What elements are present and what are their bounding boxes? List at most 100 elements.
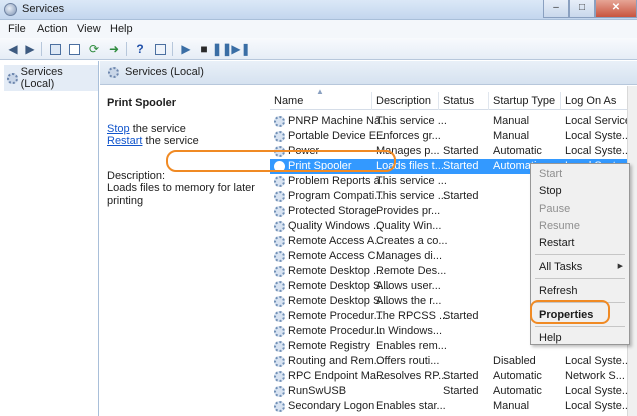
ctx-resume[interactable]: Resume [539,220,580,232]
cell-name: Problem Reports a... [288,175,389,187]
cell-logon: Local Syste... [565,145,632,157]
cell-desc: In Windows... [376,325,443,337]
cell-name: Remote Desktop S... [288,280,390,292]
ctx-all-tasks[interactable]: All Tasks [539,261,582,273]
service-gear-icon [274,386,285,397]
column-description[interactable]: Description [376,95,431,107]
console-tree: Services (Local) [0,61,99,416]
cell-status: Started [443,160,479,172]
service-gear-icon [274,221,285,232]
table-row[interactable]: Routing and Rem... Offers routi... Disable… [270,354,637,369]
properties-icon[interactable] [152,41,168,57]
cell-name: Power [288,145,320,157]
toolbar-separator [41,42,42,56]
service-gear-icon [274,191,285,202]
column-startup-type[interactable]: Startup Type [493,95,555,107]
menu-help[interactable]: Help [110,23,133,35]
cell-desc: Manages di... [376,250,443,262]
cell-desc: The RPCSS ... [376,310,449,322]
ctx-refresh[interactable]: Refresh [539,285,578,297]
column-status[interactable]: Status [443,95,474,107]
table-row[interactable]: RunSwUSB Started Automatic Local Syste... [270,384,637,399]
forward-icon[interactable]: ▶ [22,41,38,57]
service-gear-icon [274,266,285,277]
stop-icon[interactable]: ■ [196,41,212,57]
cell-name: PNRP Machine Na... [288,115,390,127]
tree-item-services-local[interactable]: Services (Local) [4,65,98,91]
service-gear-icon [274,296,285,307]
cell-desc: Enables star... [376,400,446,412]
column-name[interactable]: Name [274,95,303,107]
export-icon[interactable]: ➜ [106,41,122,57]
table-row[interactable]: Portable Device E... Enforces gr... Manual… [270,129,637,144]
ctx-properties[interactable]: Properties [539,309,593,321]
window-title: Services [22,3,65,15]
cell-name: Remote Access A... [288,235,384,247]
ctx-start[interactable]: Start [539,168,562,180]
cell-name: Portable Device E... [288,130,386,142]
ctx-separator [535,326,625,327]
refresh-icon[interactable]: ⟳ [86,41,102,57]
cell-name: Remote Desktop ... [288,265,383,277]
cell-name: Routing and Rem... [288,355,383,367]
cell-desc: This service ... [376,175,447,187]
list-icon[interactable] [66,41,82,57]
help-icon[interactable]: ? [132,41,148,57]
ctx-help[interactable]: Help [539,332,562,344]
menu-action[interactable]: Action [37,23,68,35]
menu-file[interactable]: File [8,23,26,35]
service-gear-icon [274,401,285,412]
ctx-separator [535,254,625,255]
cell-name: Quality Windows ... [288,220,383,232]
toolbar: ◀ ▶ ⟳ ➜ ? ▶ ■ ❚❚ ▶❚ [0,38,637,60]
show-hide-console-tree-icon[interactable] [47,41,63,57]
cell-desc: Allows user... [376,280,441,292]
back-icon[interactable]: ◀ [5,41,21,57]
column-divider[interactable] [371,92,372,110]
minimize-button[interactable]: – [543,0,569,18]
cell-logon: Local Syste... [565,130,632,142]
pane-header: Services (Local) [100,61,637,85]
services-app-icon [4,3,17,16]
cell-startup: Automatic [493,385,542,397]
cell-desc: Quality Win... [376,220,442,232]
restart-service-link[interactable]: Restart [107,135,142,147]
close-button[interactable]: ✕ [595,0,637,18]
submenu-arrow-icon: ▶ [617,263,623,270]
cell-status: Started [443,190,479,202]
column-divider[interactable] [438,92,439,110]
selected-service-name: Print Spooler [107,97,177,109]
table-row[interactable]: Power Manages p... Started Automatic Local S… [270,144,637,159]
pane-header-title: Services (Local) [125,66,204,78]
cell-startup: Manual [493,400,530,412]
cell-status: Started [443,145,479,157]
menu-view[interactable]: View [77,23,101,35]
cell-name: Secondary Logon [288,400,375,412]
cell-startup: Disabled [493,355,536,367]
stop-service-link[interactable]: Stop [107,123,130,135]
ctx-stop[interactable]: Stop [539,185,562,197]
toolbar-separator [172,42,173,56]
description-text: Loads files to memory for later printing [107,182,255,207]
cell-status: Started [443,370,479,382]
gear-icon [7,72,18,84]
cell-desc: Provides pr... [376,205,441,217]
table-row[interactable]: PNRP Machine Na... This service ... Manual… [270,114,637,129]
table-row[interactable]: Secondary Logon Enables star... Manual Loca… [270,399,637,414]
cell-name: Remote Procedur... [288,310,383,322]
cell-desc: Manages p... [376,145,440,157]
sort-ascending-icon: ▲ [316,87,324,96]
ctx-pause[interactable]: Pause [539,203,570,215]
column-divider[interactable] [560,92,561,110]
service-gear-icon [274,206,285,217]
cell-name: Remote Registry [288,340,370,352]
column-log-on-as[interactable]: Log On As [565,95,616,107]
cell-desc: Enables rem... [376,340,447,352]
column-divider[interactable] [488,92,489,110]
ctx-restart[interactable]: Restart [539,237,574,249]
table-row[interactable]: RPC Endpoint Ma... Resolves RP... Started A… [270,369,637,384]
play-icon[interactable]: ▶ [178,41,194,57]
restart-icon[interactable]: ▶❚ [231,41,250,57]
pause-icon[interactable]: ❚❚ [212,41,232,57]
maximize-button[interactable]: □ [569,0,595,18]
